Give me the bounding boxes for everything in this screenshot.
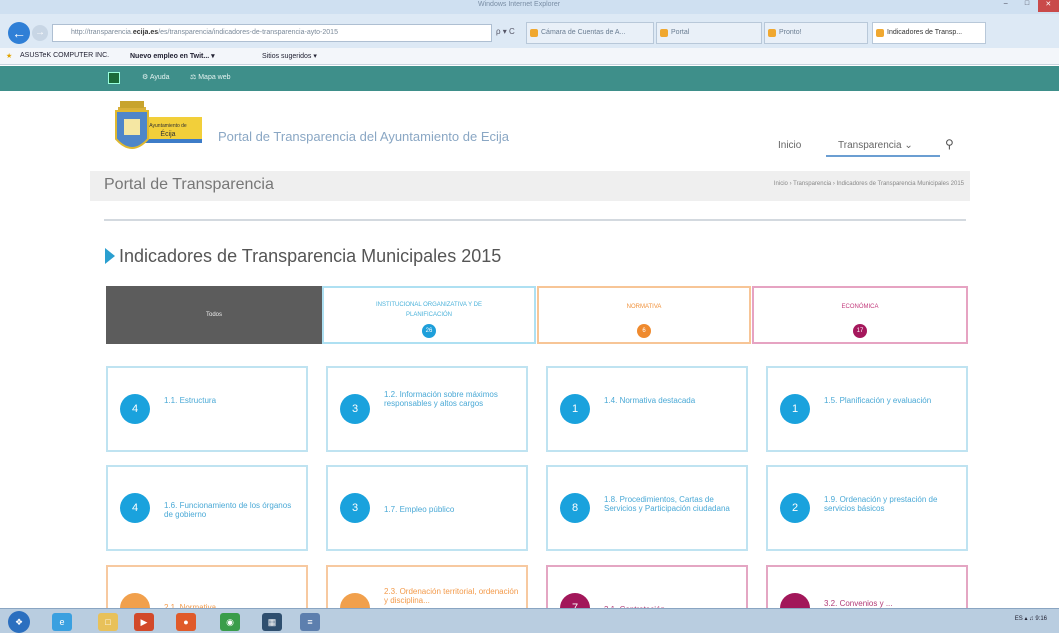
favorites-item[interactable]: Sitios sugeridos ▾ [262, 52, 317, 60]
crest-city: Écija [160, 129, 175, 138]
browser-tab[interactable]: Pronto! [764, 22, 868, 44]
window-title: Windows Internet Explorer [478, 1, 561, 8]
close-window-button[interactable]: ✕ [1037, 0, 1059, 12]
favorites-bar: ★ ASUSTeK COMPUTER INC. Nuevo empleo en … [0, 48, 1059, 65]
indicator-count-badge: 8 [560, 493, 590, 523]
category-count-badge: 17 [853, 324, 867, 338]
address-bar-controls[interactable]: ρ ▾ C [496, 27, 515, 36]
favorites-star-icon[interactable]: ★ [6, 52, 12, 60]
category-label: INSTITUCIONAL ORGANIZATIVA Y DE PLANIFIC… [375, 302, 483, 318]
site-title[interactable]: Portal de Transparencia del Ayuntamiento… [218, 129, 509, 144]
browser-tab[interactable]: Cámara de Cuentas de A... [526, 22, 654, 44]
indicator-label: 1.4. Normativa destacada [604, 396, 696, 405]
nav-active-underline [826, 155, 940, 157]
city-crest-logo[interactable]: Ayuntamiento de Écija [108, 99, 204, 161]
page-title: Portal de Transparencia [104, 176, 274, 193]
address-bar[interactable]: http://transparencia.ecija.es/es/transpa… [52, 24, 492, 42]
category-label: Todos [205, 312, 222, 318]
browser-tab[interactable]: Portal [656, 22, 762, 44]
section-heading-text: Indicadores de Transparencia Municipales… [119, 246, 502, 266]
tab-favicon-icon [876, 29, 884, 37]
indicator-card[interactable]: 2 1.9. Ordenación y prestación de servic… [766, 465, 968, 551]
indicator-count-badge: 2 [780, 493, 810, 523]
category-count-badge: 26 [422, 324, 436, 338]
firefox-icon[interactable]: ● [176, 613, 196, 631]
breadcrumb[interactable]: Inicio › Transparencia › Indicadores de … [774, 181, 964, 187]
indicator-card[interactable]: 1 1.4. Normativa destacada [546, 366, 748, 452]
indicator-label: 1.8. Procedimientos, Cartas de Servicios… [604, 495, 730, 513]
indicator-label: 1.1. Estructura [164, 396, 217, 405]
browser-address-row: ← → http://transparencia.ecija.es/es/tra… [0, 14, 1059, 48]
back-arrow-icon[interactable]: ← [8, 22, 30, 44]
media-player-icon[interactable]: ▶ [134, 613, 154, 631]
category-label: NORMATIVA [626, 304, 662, 310]
site-top-bar: ⚙ Ayuda ⚖ Mapa web [0, 66, 1059, 91]
indicator-count-badge: 3 [340, 493, 370, 523]
section-heading: Indicadores de Transparencia Municipales… [105, 246, 501, 267]
heading-arrow-icon [105, 248, 115, 264]
indicator-label: 1.6. Funcionamiento de los órganos de go… [164, 501, 292, 519]
category-tab-normative[interactable]: NORMATIVA 6 [537, 286, 751, 344]
forward-arrow-icon[interactable]: → [32, 25, 48, 41]
divider [104, 219, 966, 221]
tab-label: Portal [671, 29, 690, 36]
indicator-label: 1.7. Empleo público [384, 505, 455, 514]
junta-logo-icon [108, 72, 120, 84]
category-tab-all[interactable]: Todos [106, 286, 322, 344]
indicator-count-badge: 3 [340, 394, 370, 424]
indicator-card[interactable]: 1 1.5. Planificación y evaluación [766, 366, 968, 452]
tab-favicon-icon [660, 29, 668, 37]
category-count-badge: 6 [637, 324, 651, 338]
minimize-button[interactable]: – [995, 0, 1016, 12]
url-prefix: http://transparencia. [71, 29, 133, 36]
crest-caption: Ayuntamiento de [149, 123, 187, 129]
tab-favicon-icon [768, 29, 776, 37]
tab-label: Indicadores de Transp... [887, 29, 963, 36]
app-icon[interactable]: ▦ [262, 613, 282, 631]
indicator-count-badge: 4 [120, 394, 150, 424]
nav-transparency[interactable]: Transparencia ⌄ [838, 140, 913, 151]
browser-titlebar: Windows Internet Explorer – □ ✕ [0, 0, 1059, 14]
favorites-item[interactable]: ASUSTeK COMPUTER INC. [20, 52, 109, 59]
nav-home[interactable]: Inicio [778, 140, 801, 151]
url-host: ecija.es [132, 29, 159, 36]
ie-icon[interactable]: e [52, 613, 72, 631]
chrome-icon[interactable]: ◉ [220, 613, 240, 631]
os-taskbar: ❖ e □ ▶ ● ◉ ▦ ≡ ES ▴ ♫ 9:16 [0, 608, 1059, 633]
indicator-label: 1.9. Ordenación y prestación de servicio… [824, 495, 938, 513]
indicator-card[interactable]: 3 1.2. Información sobre máximos respons… [326, 366, 528, 452]
category-label: ECONÓMICA [841, 304, 879, 310]
category-tab-institutional[interactable]: INSTITUCIONAL ORGANIZATIVA Y DE PLANIFIC… [322, 286, 536, 344]
window-controls: – □ ✕ [995, 0, 1059, 12]
tab-favicon-icon [530, 29, 538, 37]
category-tab-economic[interactable]: ECONÓMICA 17 [752, 286, 968, 344]
indicator-card[interactable]: 3 1.7. Empleo público [326, 465, 528, 551]
indicator-count-badge: 1 [560, 394, 590, 424]
favorites-item[interactable]: Nuevo empleo en Twit... ▾ [130, 52, 215, 60]
search-icon[interactable]: ⚲ [945, 137, 954, 151]
indicator-label: 1.5. Planificación y evaluación [824, 396, 932, 405]
help-link[interactable]: ⚙ Ayuda [142, 73, 170, 81]
page-title-band: Portal de Transparencia Inicio › Transpa… [90, 171, 970, 201]
indicator-card[interactable]: 4 1.6. Funcionamiento de los órganos de … [106, 465, 308, 551]
indicator-label: 3.2. Convenios y ... [824, 599, 893, 608]
indicator-card[interactable]: 4 1.1. Estructura [106, 366, 308, 452]
indicator-count-badge: 1 [780, 394, 810, 424]
start-button-icon[interactable]: ❖ [8, 611, 30, 633]
system-tray[interactable]: ES ▴ ♫ 9:16 [1015, 615, 1047, 622]
url-path: /es/transparencia/indicadores-de-transpa… [158, 29, 338, 36]
tab-label: Pronto! [779, 29, 802, 36]
maximize-button[interactable]: □ [1016, 0, 1037, 12]
folder-icon[interactable]: □ [98, 613, 118, 631]
indicator-label: 2.3. Ordenación territorial, ordenación … [384, 587, 519, 605]
calculator-icon[interactable]: ≡ [300, 613, 320, 631]
browser-tab-active[interactable]: Indicadores de Transp... [872, 22, 986, 44]
sitemap-link[interactable]: ⚖ Mapa web [190, 73, 231, 81]
tab-label: Cámara de Cuentas de A... [541, 29, 626, 36]
indicator-label: 1.2. Información sobre máximos responsab… [384, 390, 498, 408]
site-header: Ayuntamiento de Écija Portal de Transpar… [0, 91, 1059, 171]
indicator-card[interactable]: 8 1.8. Procedimientos, Cartas de Servici… [546, 465, 748, 551]
indicator-count-badge: 4 [120, 493, 150, 523]
